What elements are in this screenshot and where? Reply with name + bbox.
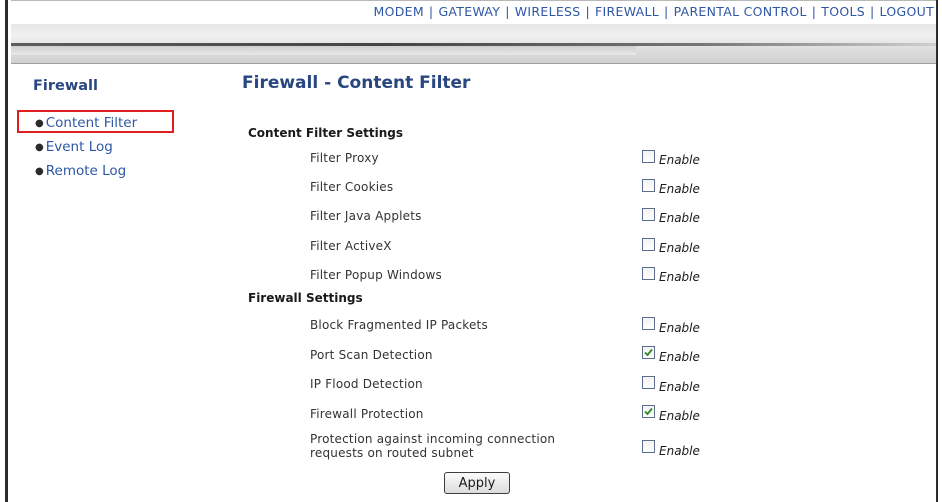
firewall-protection-checkbox[interactable]: [642, 405, 655, 418]
enable-label: Enable: [659, 444, 700, 458]
row-label-firewall-protection: Firewall Protection: [310, 407, 424, 421]
enable-label: Enable: [659, 182, 700, 196]
sidebar-item-event-log[interactable]: ● Event Log: [35, 136, 137, 160]
enable-label: Enable: [659, 321, 700, 335]
row-label-line: requests on routed subnet: [310, 446, 474, 460]
filter-cookies-checkbox[interactable]: [642, 179, 655, 192]
row-label-port-scan-detection: Port Scan Detection: [310, 348, 433, 362]
filter-activex-checkbox[interactable]: [642, 238, 655, 251]
checkmark-icon: [644, 407, 653, 416]
banner-divider: [11, 63, 936, 64]
row-label-protection-incoming: Protection against incoming connection r…: [310, 432, 555, 460]
top-navigation: MODEM | GATEWAY | WIRELESS | FIREWALL | PARENTAL…: [11, 0, 936, 25]
enable-label: Enable: [659, 350, 700, 364]
nav-firewall[interactable]: FIREWALL: [595, 4, 659, 19]
nav-separator: |: [585, 4, 591, 19]
row-label-filter-cookies: Filter Cookies: [310, 180, 394, 194]
header-banner: [11, 24, 936, 64]
banner-swoosh-shadow: [11, 46, 636, 55]
window-frame-right: [936, 0, 942, 502]
selection-highlight-box: [17, 110, 174, 133]
window-frame-left: [0, 0, 8, 502]
enable-label: Enable: [659, 153, 700, 167]
nav-separator: |: [664, 4, 669, 19]
filter-java-applets-checkbox[interactable]: [642, 208, 655, 221]
filter-popup-windows-checkbox[interactable]: [642, 267, 655, 280]
page-title: Firewall - Content Filter: [242, 73, 471, 93]
row-label-filter-popup-windows: Filter Popup Windows: [310, 268, 442, 282]
section-heading-content-filter: Content Filter Settings: [248, 126, 403, 140]
checkmark-icon: [644, 348, 653, 357]
enable-label: Enable: [659, 211, 700, 225]
enable-label: Enable: [659, 241, 700, 255]
nav-logout[interactable]: LOGOUT: [880, 4, 934, 19]
nav-separator: |: [428, 4, 434, 19]
protection-incoming-checkbox[interactable]: [642, 440, 655, 453]
section-heading-firewall-settings: Firewall Settings: [248, 291, 363, 305]
nav-wireless[interactable]: WIRELESS: [515, 4, 581, 19]
sidebar-item-label: Event Log: [45, 139, 113, 155]
sidebar-item-remote-log[interactable]: ● Remote Log: [35, 160, 137, 184]
ip-flood-detection-checkbox[interactable]: [642, 376, 655, 389]
enable-label: Enable: [659, 270, 700, 284]
block-fragmented-ip-checkbox[interactable]: [642, 317, 655, 330]
row-label-line: Protection against incoming connection: [310, 432, 556, 446]
nav-separator: |: [505, 4, 510, 19]
nav-parental-control[interactable]: PARENTAL CONTROL: [674, 4, 807, 19]
port-scan-detection-checkbox[interactable]: [642, 346, 655, 359]
row-label-filter-activex: Filter ActiveX: [310, 239, 392, 253]
row-label-filter-java-applets: Filter Java Applets: [310, 209, 422, 223]
row-label-ip-flood-detection: IP Flood Detection: [310, 377, 423, 391]
row-label-filter-proxy: Filter Proxy: [310, 151, 379, 165]
sidebar-title: Firewall: [33, 78, 98, 94]
bullet-icon: ●: [35, 142, 44, 153]
nav-separator: |: [811, 4, 817, 19]
enable-label: Enable: [659, 409, 700, 423]
row-label-block-fragmented-ip: Block Fragmented IP Packets: [310, 318, 488, 332]
sidebar-item-label: Remote Log: [45, 163, 127, 179]
nav-separator: |: [870, 4, 875, 19]
nav-gateway[interactable]: GATEWAY: [438, 4, 500, 19]
enable-label: Enable: [659, 380, 700, 394]
filter-proxy-checkbox[interactable]: [642, 150, 655, 163]
apply-button[interactable]: Apply: [444, 472, 510, 494]
bullet-icon: ●: [35, 166, 44, 177]
nav-tools[interactable]: TOOLS: [821, 4, 865, 19]
nav-modem[interactable]: MODEM: [373, 4, 423, 19]
